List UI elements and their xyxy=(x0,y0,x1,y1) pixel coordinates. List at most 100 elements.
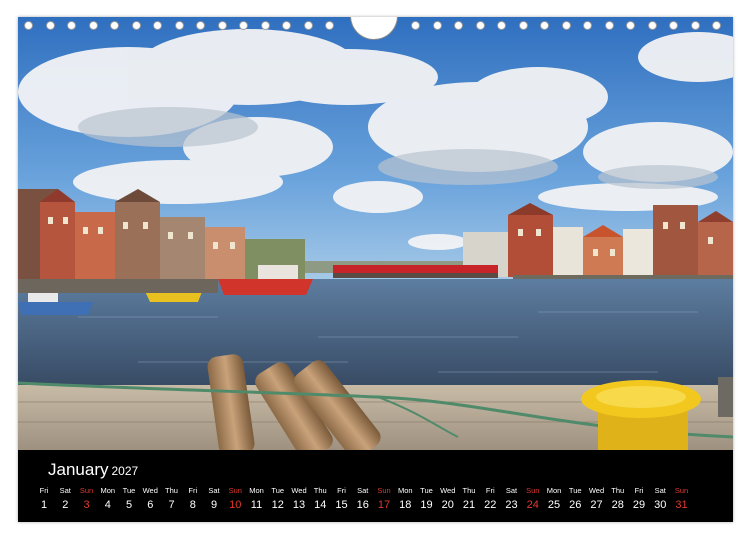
date-number: 19 xyxy=(420,499,433,511)
weekday-label: Wed xyxy=(440,486,456,495)
binding-hole xyxy=(475,21,485,30)
weekday-label: Wed xyxy=(142,486,158,495)
binding-hole xyxy=(282,21,291,30)
date-number: 22 xyxy=(484,499,497,511)
weekday-label: Mon xyxy=(249,486,264,495)
date-number: 28 xyxy=(611,499,624,511)
weekday-label: Fri xyxy=(188,486,198,495)
weekday-label: Mon xyxy=(100,486,116,495)
month-title: January 2027 xyxy=(48,460,138,480)
date-number: 11 xyxy=(250,499,263,511)
date-number: 15 xyxy=(335,499,348,511)
weekday-label: Sun xyxy=(79,486,94,495)
weekday-label: Sat xyxy=(357,486,369,495)
binding-hole xyxy=(153,21,162,30)
weekday-label: Sat xyxy=(208,486,220,495)
date-number: 18 xyxy=(399,499,412,511)
date-number: 12 xyxy=(271,499,284,511)
date-number: 26 xyxy=(569,499,582,511)
weekday-label: Fri xyxy=(485,486,495,495)
date-number: 27 xyxy=(590,499,603,511)
weekday-label: Tue xyxy=(122,486,136,495)
date-number: 24 xyxy=(526,499,539,511)
weekday-label: Wed xyxy=(588,486,605,495)
binding-hole xyxy=(24,21,33,30)
date-number: 31 xyxy=(675,499,688,511)
year-label: 2027 xyxy=(111,464,139,478)
binding-hole xyxy=(239,21,248,30)
date-number: 7 xyxy=(168,499,175,511)
weekday-label: Tue xyxy=(420,486,433,495)
binding-hole xyxy=(669,21,678,30)
date-number: 29 xyxy=(632,499,646,511)
weekday-label: Thu xyxy=(165,486,178,495)
binding-hole xyxy=(583,21,592,30)
weekday-label: Sat xyxy=(59,486,71,495)
binding-hole xyxy=(454,21,463,30)
binding-hole xyxy=(497,21,506,30)
binding-hole xyxy=(110,21,119,30)
binding-hole xyxy=(260,21,270,30)
date-number: 25 xyxy=(547,499,561,511)
date-number: 6 xyxy=(147,499,154,511)
binding-hole xyxy=(67,21,76,30)
date-number: 30 xyxy=(654,499,667,511)
weekday-label: Mon xyxy=(397,486,413,495)
binding-hole xyxy=(647,21,657,30)
binding-hole xyxy=(131,21,141,30)
binding-hole xyxy=(690,21,700,30)
binding-hole xyxy=(518,21,528,30)
date-number: 8 xyxy=(189,499,196,511)
date-number: 1 xyxy=(40,499,48,511)
date-number: 10 xyxy=(229,499,242,511)
swing-bridge xyxy=(333,265,498,278)
binding-hole xyxy=(88,21,98,30)
weekday-label: Fri xyxy=(634,486,644,495)
binding-hole xyxy=(540,21,549,30)
yellow-bollard xyxy=(581,380,701,450)
weekday-label: Sun xyxy=(674,486,689,495)
binding-hole xyxy=(712,21,721,30)
binding-hole xyxy=(45,21,55,30)
date-number: 5 xyxy=(125,499,133,511)
date-number: 20 xyxy=(441,499,454,511)
date-number: 2 xyxy=(62,499,69,511)
binding-hole xyxy=(174,21,184,30)
calendar-page: January 2027 Fri 1 Sat 2 Sun 3 Mon 4 Tue 5 Wed 6 Thu 7… xyxy=(18,17,733,522)
weekday-label: Fri xyxy=(39,486,49,495)
weekday-label: Thu xyxy=(611,486,625,495)
harbour-photo xyxy=(18,17,733,450)
month-name: January xyxy=(48,460,109,479)
weekday-label: Tue xyxy=(568,486,582,495)
weekday-label: Thu xyxy=(313,486,327,495)
weekday-label: Sun xyxy=(377,486,391,495)
binding-hole xyxy=(432,21,442,30)
weekday-label: Sat xyxy=(505,486,518,495)
date-number: 14 xyxy=(314,499,327,511)
binding-hole xyxy=(626,21,635,30)
calendar-band: January 2027 Fri 1 Sat 2 Sun 3 Mon 4 Tue 5 Wed 6 Thu 7… xyxy=(18,450,733,522)
weekday-label: Thu xyxy=(462,486,476,495)
weekday-label: Fri xyxy=(337,486,346,495)
date-number: 17 xyxy=(377,499,391,511)
weekday-label: Tue xyxy=(271,486,285,495)
binding-hole xyxy=(325,21,334,30)
binding-hole xyxy=(561,21,571,30)
date-number: 21 xyxy=(462,499,476,511)
date-number: 3 xyxy=(83,499,90,511)
date-number: 13 xyxy=(292,499,306,511)
date-number: 16 xyxy=(356,499,369,511)
binding-hole xyxy=(604,21,614,30)
weekday-label: Mon xyxy=(546,486,562,495)
binding-hole xyxy=(411,21,420,30)
binding-hole xyxy=(303,21,313,30)
binding-hole xyxy=(217,21,227,30)
weekday-label: Sun xyxy=(526,486,540,495)
date-number: 9 xyxy=(210,499,218,511)
weekday-label: Wed xyxy=(291,486,307,495)
weekday-label: Sat xyxy=(654,486,666,495)
date-number: 23 xyxy=(505,499,518,511)
weekday-label: Sun xyxy=(228,486,242,495)
date-number: 4 xyxy=(104,499,111,511)
binding-hole xyxy=(196,21,205,30)
